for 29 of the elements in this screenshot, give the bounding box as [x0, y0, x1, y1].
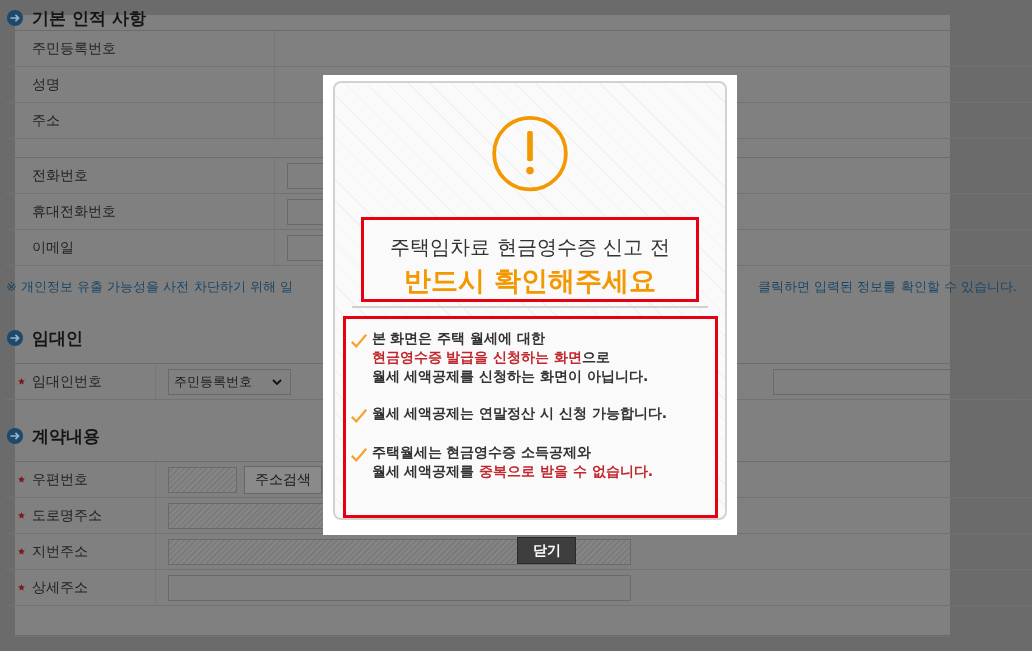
- field-label: 도로명주소: [32, 506, 102, 525]
- notice-text: 클릭하면 입력된 정보를 확인할 수 있습니다.: [758, 278, 1017, 296]
- address-search-button[interactable]: 주소검색: [244, 465, 322, 494]
- notice-text: ※ 개인정보 유출 가능성을 사전 차단하기 위해 일: [6, 278, 293, 296]
- field-label: 성명: [32, 75, 60, 94]
- check-icon: [349, 446, 368, 465]
- notice-item: 주택월세는 현금영수증 소득공제와 월세 세액공제를 중복으로 받을 수 없습니다.: [371, 443, 654, 482]
- field-label: 전화번호: [32, 166, 88, 185]
- field-label: 주민등록번호: [32, 39, 116, 58]
- field-label: 주소: [32, 111, 60, 130]
- notice-item: 본 화면은 주택 월세에 대한 현금영수증 발급을 신청하는 화면으로 월세 세액공제를 신청하는 화면이 아닙니다.: [371, 329, 649, 387]
- field-label: 휴대전화번호: [32, 202, 116, 221]
- check-icon: [349, 407, 368, 426]
- notice-item: 월세 세액공제는 연말정산 시 신청 가능합니다.: [371, 404, 668, 424]
- section-title: 계약내용: [32, 424, 100, 448]
- check-icon: [349, 332, 368, 351]
- id-type-select[interactable]: 주민등록번호: [168, 368, 291, 395]
- close-button[interactable]: 닫기: [517, 537, 576, 564]
- dialog-emphasis: 반드시 확인해주세요: [402, 264, 658, 299]
- field-label: 이메일: [32, 238, 74, 257]
- field-label: 상세주소: [32, 578, 88, 597]
- field-label: 우편번호: [32, 470, 88, 489]
- field-label: 임대인번호: [32, 372, 102, 391]
- field-label: 지번주소: [32, 542, 88, 561]
- chevron-icon: [272, 378, 282, 385]
- dialog-heading: 주택임차료 현금영수증 신고 전: [390, 234, 670, 262]
- section-title: 임대인: [32, 326, 83, 350]
- section-title: 기본 인적 사항: [32, 6, 146, 30]
- zip-field: [168, 466, 237, 493]
